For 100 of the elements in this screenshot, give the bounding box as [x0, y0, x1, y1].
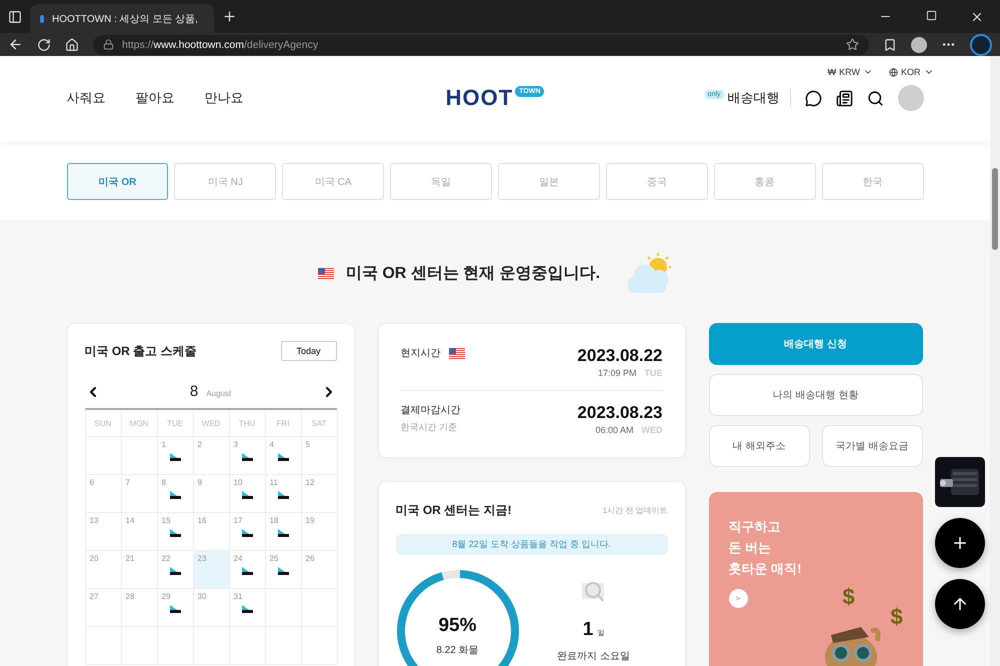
- date-text: 2023.08.22: [577, 346, 662, 366]
- calendar-day[interactable]: 28: [122, 589, 158, 627]
- calendar-day[interactable]: 30: [194, 589, 230, 627]
- day-number: 31: [234, 592, 242, 601]
- calendar-day[interactable]: 4: [266, 437, 302, 475]
- center-tab[interactable]: 중국: [606, 163, 708, 200]
- calendar-day[interactable]: 7: [122, 475, 158, 513]
- calendar-day[interactable]: 25: [266, 551, 302, 589]
- us-flag-icon: [318, 268, 334, 279]
- calendar-day[interactable]: 23: [194, 551, 230, 589]
- day-number: 3: [234, 440, 238, 449]
- calendar-day[interactable]: 21: [122, 551, 158, 589]
- calendar-day[interactable]: 24: [230, 551, 266, 589]
- day-number: 18: [270, 516, 278, 525]
- action-button[interactable]: 나의 배송대행 현황: [708, 374, 922, 416]
- calendar-day[interactable]: 12: [302, 475, 338, 513]
- day-number: 16: [198, 516, 206, 525]
- globe-icon: [888, 68, 898, 76]
- calendar-day[interactable]: 5: [302, 437, 338, 475]
- promo-banner[interactable]: 직구하고 돈 버는 훗타운 매직! > $ $: [708, 492, 922, 666]
- today-button[interactable]: Today: [280, 341, 336, 361]
- calendar-day[interactable]: 19: [302, 513, 338, 551]
- news-icon[interactable]: [836, 90, 853, 106]
- calendar-day[interactable]: 27: [86, 589, 122, 627]
- calendar-day[interactable]: 11: [266, 475, 302, 513]
- currency-symbol: ₩: [828, 67, 836, 77]
- calendar-day[interactable]: 18: [266, 513, 302, 551]
- center-tab[interactable]: 일본: [498, 163, 600, 200]
- calendar-day[interactable]: 20: [86, 551, 122, 589]
- day-number: 26: [306, 554, 314, 563]
- center-tab[interactable]: 한국: [822, 163, 924, 200]
- calendar-day[interactable]: 2: [194, 437, 230, 475]
- address-bar[interactable]: https://www.hoottown.com/deliveryAgency: [93, 34, 869, 54]
- calendar-day[interactable]: 9: [194, 475, 230, 513]
- calendar-day[interactable]: 26: [302, 551, 338, 589]
- favorites-icon[interactable]: [883, 38, 897, 52]
- calendar-day[interactable]: 3: [230, 437, 266, 475]
- logo-text[interactable]: HOOT: [446, 85, 514, 111]
- calendar-day[interactable]: 17: [230, 513, 266, 551]
- more-button[interactable]: >: [728, 589, 748, 608]
- calendar-day[interactable]: 6: [86, 475, 122, 513]
- day-number: 29: [162, 592, 170, 601]
- sidebar-toggle-icon[interactable]: [8, 10, 22, 24]
- url-text: https://www.hoottown.com/deliveryAgency: [122, 38, 320, 50]
- nav-link[interactable]: 팔아요: [136, 89, 174, 107]
- center-tab[interactable]: 홍콩: [714, 163, 816, 200]
- departure-icon: [240, 452, 254, 461]
- notice-bubble: 8월 22일 도착 상품들을 작업 중 입니다.: [396, 534, 668, 555]
- favorite-star-icon[interactable]: [846, 38, 859, 51]
- departure-icon: [240, 528, 254, 537]
- departure-icon: [240, 604, 254, 613]
- day-number: 10: [234, 478, 242, 487]
- currency-selector[interactable]: KRW: [839, 67, 860, 77]
- month-number: 8: [190, 383, 198, 400]
- calendar-day[interactable]: 15: [158, 513, 194, 551]
- maximize-icon[interactable]: [926, 10, 936, 20]
- departure-icon: [168, 452, 182, 461]
- home-icon[interactable]: [65, 38, 79, 52]
- departure-icon: [168, 604, 182, 613]
- center-tab[interactable]: 미국 OR: [66, 163, 168, 200]
- refresh-icon[interactable]: [37, 38, 51, 52]
- dollar-sign: $: [842, 584, 855, 610]
- calendar-day[interactable]: 1: [158, 437, 194, 475]
- copilot-icon[interactable]: [970, 34, 992, 56]
- action-button[interactable]: 국가별 배송요금: [822, 425, 922, 467]
- calendar-day[interactable]: 16: [194, 513, 230, 551]
- time-note: 한국시간 기준: [400, 421, 458, 434]
- day-number: 15: [162, 516, 170, 525]
- progress-caption: 8.22 화물: [436, 644, 479, 657]
- center-tab[interactable]: 독일: [390, 163, 492, 200]
- new-tab-icon[interactable]: [222, 9, 237, 24]
- language-selector[interactable]: KOR: [900, 67, 920, 77]
- calendar-day[interactable]: 10: [230, 475, 266, 513]
- chat-icon[interactable]: [804, 90, 822, 106]
- calendar-day[interactable]: 14: [122, 513, 158, 551]
- search-icon[interactable]: [866, 90, 884, 106]
- action-button[interactable]: 배송대행 신청: [708, 323, 922, 365]
- nav-link[interactable]: 만나요: [204, 89, 244, 107]
- departure-icon: [168, 566, 182, 575]
- nav-link[interactable]: 사줘요: [66, 89, 106, 107]
- scrollbar-thumb[interactable]: [992, 168, 998, 250]
- departure-icon: [276, 452, 290, 461]
- back-icon[interactable]: [8, 37, 23, 52]
- service-link[interactable]: 배송대행: [728, 89, 791, 107]
- action-button[interactable]: 내 해외주소: [708, 425, 810, 467]
- calendar-day[interactable]: 13: [86, 513, 122, 551]
- status-message: 미국 OR 센터는 현재 운영중입니다.: [346, 264, 600, 284]
- day-number: 22: [162, 554, 170, 563]
- calendar-day[interactable]: 8: [158, 475, 194, 513]
- calendar-day[interactable]: 29: [158, 589, 194, 627]
- date-text: 2023.08.23: [577, 403, 662, 423]
- day-number: 7: [126, 478, 130, 487]
- center-tab[interactable]: 미국 CA: [282, 163, 384, 200]
- day-number: 4: [270, 440, 274, 449]
- browser-tab[interactable]: HOOTTOWN : 세상의 모든 상품,: [30, 4, 214, 33]
- calendar-day[interactable]: 22: [158, 551, 194, 589]
- profile-icon[interactable]: [911, 36, 927, 52]
- calendar-day[interactable]: 31: [230, 589, 266, 627]
- center-tab[interactable]: 미국 NJ: [174, 163, 276, 200]
- day-number: 2: [198, 440, 202, 449]
